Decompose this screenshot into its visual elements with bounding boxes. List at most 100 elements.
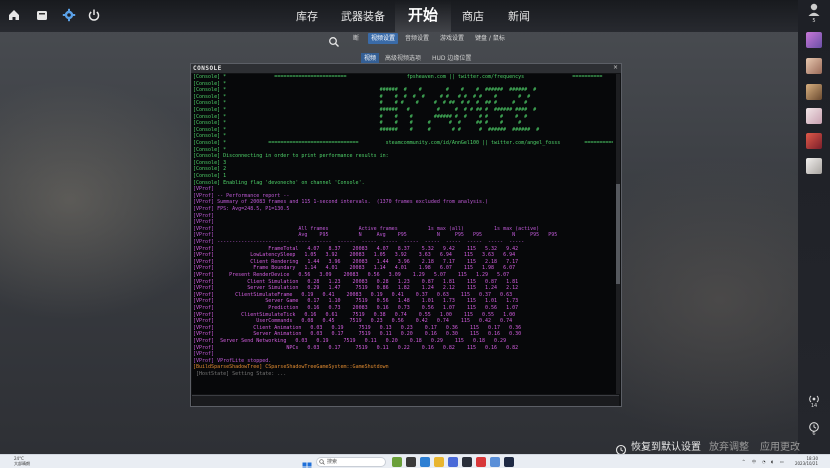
friend-avatar-4[interactable] — [806, 108, 822, 124]
broadcast-icon[interactable] — [808, 390, 820, 403]
nav-loadout[interactable]: 武器装备 — [341, 7, 385, 27]
console-log-text: * ###### # # # # # ## # ###### #### # — [220, 107, 537, 113]
settings-gear-icon[interactable] — [61, 7, 77, 23]
nav-play[interactable]: 开始 — [408, 5, 438, 25]
taskbar-explorer-icon[interactable] — [434, 457, 444, 467]
console-log-tag: [Console] — [193, 107, 221, 113]
console-scrollbar-thumb[interactable] — [616, 184, 620, 284]
reset-defaults-button[interactable]: 恢复到默认设置 — [631, 442, 701, 454]
power-icon[interactable] — [86, 7, 102, 23]
console-log-text: Avg P95 N Avg P95 N P95 P95 N P95 P95 — [214, 232, 558, 239]
tray-chevron-icon[interactable]: ^ — [742, 458, 745, 466]
taskbar-cs2-icon[interactable] — [504, 457, 514, 467]
console-log-tag: [Console] — [193, 113, 221, 120]
console-log-text: ------------------------ ----- ----- ---… — [214, 239, 525, 245]
apply-changes-button[interactable]: 应用更改 — [760, 442, 800, 454]
tab-keyboard-mouse[interactable]: 键盘 / 鼠标 — [475, 34, 505, 43]
close-icon[interactable]: × — [613, 64, 618, 72]
nav-news[interactable]: 新闻 — [508, 7, 530, 27]
taskbar-steam-icon[interactable] — [462, 457, 472, 467]
history-clock-icon[interactable] — [808, 418, 820, 432]
console-log-tag: [Console] — [193, 159, 221, 166]
console-log-tag: [VProf] — [193, 265, 215, 272]
console-command-input[interactable] — [192, 395, 619, 406]
console-log-text: * # # # # # # # # # # # # # # — [220, 93, 531, 100]
friend-avatar-3[interactable] — [806, 84, 822, 100]
search-placeholder: 搜索 — [327, 459, 338, 465]
taskbar-edge-icon[interactable] — [420, 457, 430, 467]
console-log-tag: [Console] — [193, 93, 221, 100]
console-log-text: Server Send Networking 0.03 0.19 7519 0.… — [214, 338, 507, 344]
discard-changes-button[interactable]: 放弃调整 — [709, 442, 749, 454]
nav-store[interactable]: 商店 — [462, 7, 484, 27]
console-titlebar[interactable]: CONSOLE × — [191, 64, 621, 73]
clock-date: 2023/10/21 — [794, 461, 818, 466]
console-log-tag: [Console] — [193, 133, 221, 140]
console-log-tag: [VProf] — [193, 232, 215, 239]
console-title: CONSOLE — [193, 65, 222, 72]
console-log-text: Disconnecting in order to print performa… — [220, 153, 389, 160]
console-log-text: Prediction 0.16 0.73 20083 0.16 0.73 0.5… — [214, 305, 519, 311]
settings-search-icon[interactable] — [328, 33, 340, 47]
subtab-advanced-video[interactable]: 高级视频选项 — [385, 54, 421, 63]
console-log-tag: [VProf] — [193, 186, 215, 193]
weather-widget[interactable]: 24°C 大部晴朗 — [14, 456, 30, 466]
tray-volume-icon[interactable]: ◖ — [771, 458, 773, 466]
console-log-text: 2 — [220, 166, 227, 173]
console-log-text: CSparseShadowTreeGameSystem::GameShutdow… — [262, 364, 389, 371]
subtab-hud-edge[interactable]: HUD 边缘位置 — [432, 54, 471, 63]
friend-avatar-5[interactable] — [806, 133, 822, 149]
broadcast-count: 14 — [810, 403, 818, 409]
console-log-tag: [VProf] — [193, 351, 215, 358]
console-log-tag: [Console] — [193, 173, 221, 179]
console-log-tag: [VProf] — [193, 344, 215, 351]
inventory-box-icon[interactable] — [34, 7, 50, 23]
tray-lang[interactable]: 中 — [752, 458, 756, 466]
console-log-text: * ###### # # # # # ###### ###### # — [220, 87, 537, 94]
tray-network-icon[interactable]: ◔ — [762, 458, 766, 466]
home-icon[interactable] — [6, 7, 22, 23]
tab-recent[interactable]: 断 — [353, 34, 359, 43]
console-log-tag: [VProf] — [193, 324, 215, 331]
console-log-text: 1 — [220, 173, 227, 179]
taskbar-app-icon-7[interactable] — [476, 457, 486, 467]
nav-inventory[interactable]: 库存 — [296, 7, 318, 27]
console-log-tag: [BuildSparseShadowTree] — [193, 364, 263, 371]
console-log-text: * ============================== steamco… — [220, 140, 613, 146]
console-log-tag: [VProf] — [193, 199, 215, 206]
console-log-text: Server Game 0.17 1.10 7519 0.56 1.48 1.0… — [214, 298, 519, 305]
taskbar-app-icon-5[interactable] — [448, 457, 458, 467]
taskbar-search-input[interactable]: 搜索 — [316, 457, 386, 467]
console-log-text: UserCommands 0.08 0.45 7519 0.23 0.56 0.… — [214, 318, 513, 325]
console-log-text: NPCs 0.03 0.17 7519 0.11 0.22 0.16 0.82 … — [214, 344, 519, 351]
taskbar-app-icon-8[interactable] — [490, 457, 500, 467]
history-count: 6 — [812, 431, 816, 437]
console-log-text: Frame Boundary 1.14 4.01 20083 1.14 4.01… — [214, 265, 516, 272]
console-log-tag: [VProf] — [193, 272, 215, 278]
tray-battery-icon[interactable]: ▭ — [780, 458, 784, 466]
console-log-text: * ###### # # # # # ###### ###### # — [220, 126, 540, 133]
console-window[interactable]: CONSOLE × [Console] * ==================… — [190, 63, 622, 407]
console-log-text: Client Rendering 1.44 3.96 20083 1.44 3.… — [214, 258, 519, 265]
console-log-tag: [VProf] — [193, 278, 215, 285]
console-log-text: ClientSimulateTick 0.16 0.61 7519 0.38 0… — [214, 311, 516, 318]
tab-video-settings[interactable]: 视频设置 — [368, 33, 399, 44]
tab-game-settings[interactable]: 游戏设置 — [440, 34, 464, 43]
friend-avatar-1[interactable] — [806, 32, 822, 48]
console-log-text: * — [220, 80, 227, 87]
console-log-tag: [VProf] — [193, 318, 215, 325]
console-log-tag: [VProf] — [193, 357, 215, 364]
tab-audio-settings[interactable]: 音频设置 — [405, 34, 429, 43]
taskbar-task-view-icon[interactable] — [406, 457, 416, 467]
friend-avatar-2[interactable] — [806, 58, 822, 74]
console-log-tag: [Console] — [193, 100, 221, 107]
console-log-tag: [VProf] — [193, 291, 215, 298]
console-log-text: * — [220, 146, 227, 153]
taskbar-app-game-icon[interactable] — [392, 457, 402, 467]
console-log-text: LowLatencySleep 1.05 3.92 20083 1.05 3.9… — [214, 252, 516, 259]
profile-count: 5 — [812, 18, 816, 24]
friend-avatar-6[interactable] — [806, 158, 822, 174]
console-log-text: Present RenderDevice 0.56 3.09 20083 0.5… — [214, 272, 510, 278]
windows-start-icon[interactable] — [302, 457, 312, 468]
taskbar-clock[interactable]: 18:30 2023/10/21 — [792, 456, 818, 466]
